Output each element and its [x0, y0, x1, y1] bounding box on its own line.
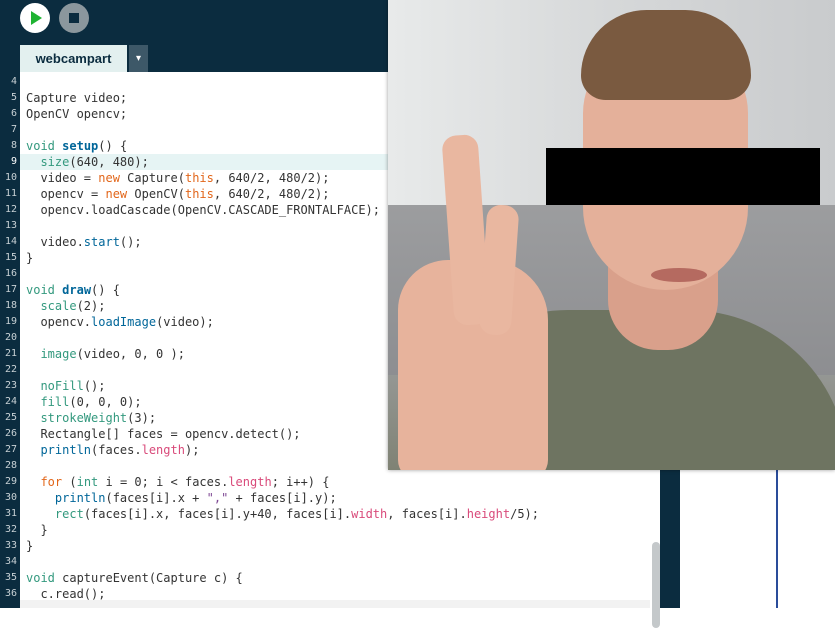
code-line[interactable]: 35 void captureEvent(Capture c) { [0, 570, 660, 586]
webcam-output-window[interactable] [388, 0, 835, 470]
person-lips [651, 268, 707, 282]
code-text: scale(2); [40, 299, 106, 313]
code-text: opencv.loadImage(video); [26, 315, 214, 329]
line-number: 32 [4, 524, 17, 535]
code-text: void setup() { [26, 139, 128, 153]
line-number: 35 [4, 572, 17, 583]
line-number: 21 [4, 348, 17, 359]
code-line[interactable]: 30 println(faces[i].x + "," + faces[i].y… [0, 490, 660, 506]
code-text: } [26, 539, 34, 553]
code-text: for (int i = 0; i < faces.length; i++) { [40, 475, 330, 489]
code-text: println(faces.length); [40, 443, 200, 457]
code-text: void draw() { [26, 283, 120, 297]
code-text: println(faces[i].x + "," + faces[i].y); [54, 491, 337, 505]
code-text: opencv = new OpenCV(this, 640/2, 480/2); [26, 187, 330, 201]
console-gutter [660, 470, 680, 608]
line-number: 24 [4, 396, 17, 407]
line-number: 17 [4, 284, 17, 295]
code-text: noFill(); [40, 379, 106, 393]
line-number: 29 [4, 476, 17, 487]
stop-icon [69, 13, 79, 23]
code-text: opencv.loadCascade(OpenCV.CASCADE_FRONTA… [26, 203, 381, 217]
line-number: 10 [4, 172, 17, 183]
code-text: } [26, 251, 34, 265]
code-text: size(640, 480); [40, 155, 149, 169]
line-number: 23 [4, 380, 17, 391]
code-text: void captureEvent(Capture c) { [26, 571, 243, 585]
code-text: strokeWeight(3); [40, 411, 157, 425]
code-line[interactable]: 29 for (int i = 0; i < faces.length; i++… [0, 474, 660, 490]
line-number: 34 [4, 556, 17, 567]
line-number: 26 [4, 428, 17, 439]
line-number: 11 [4, 188, 17, 199]
vertical-scrollbar-thumb[interactable] [652, 542, 660, 628]
line-number: 33 [4, 540, 17, 551]
line-number: 28 [4, 460, 17, 471]
code-text: video = new Capture(this, 640/2, 480/2); [26, 171, 330, 185]
code-text: rect(faces[i].x, faces[i].y+40, faces[i]… [54, 507, 539, 521]
line-number: 25 [4, 412, 17, 423]
code-text: fill(0, 0, 0); [40, 395, 142, 409]
line-number: 4 [10, 76, 17, 87]
code-line[interactable]: 34 [0, 554, 660, 570]
run-button[interactable] [20, 3, 50, 33]
line-number: 9 [10, 156, 17, 167]
play-icon [31, 11, 42, 25]
code-text: video.start(); [26, 235, 142, 249]
line-number: 13 [4, 220, 17, 231]
line-number: 27 [4, 444, 17, 455]
stop-button[interactable] [59, 3, 89, 33]
line-number: 6 [10, 108, 17, 119]
line-number: 19 [4, 316, 17, 327]
line-number: 22 [4, 364, 17, 375]
code-line[interactable]: 32 } [0, 522, 660, 538]
tab-webcampart[interactable]: webcampart [20, 45, 127, 72]
console-area [680, 470, 835, 608]
line-number: 15 [4, 252, 17, 263]
line-number: 20 [4, 332, 17, 343]
line-number: 12 [4, 204, 17, 215]
line-number: 5 [10, 92, 17, 103]
line-number: 7 [10, 124, 17, 135]
line-number: 16 [4, 268, 17, 279]
line-number: 8 [10, 140, 17, 151]
code-text: OpenCV opencv; [26, 107, 128, 121]
line-number: 31 [4, 508, 17, 519]
code-text: } [26, 523, 48, 537]
line-number: 14 [4, 236, 17, 247]
face-censor-bar [546, 148, 820, 205]
code-line[interactable]: 33} [0, 538, 660, 554]
line-number: 30 [4, 492, 17, 503]
line-number: 36 [4, 588, 17, 599]
code-text: image(video, 0, 0 ); [40, 347, 185, 361]
horizontal-scrollbar[interactable] [20, 600, 650, 608]
code-line[interactable]: 31 rect(faces[i].x, faces[i].y+40, faces… [0, 506, 660, 522]
console-divider [776, 470, 778, 608]
tab-menu-chevron-down-icon[interactable]: ▾ [129, 45, 148, 72]
code-text: Capture video; [26, 91, 128, 105]
line-number: 18 [4, 300, 17, 311]
person-hair [581, 10, 751, 100]
code-text: Rectangle[] faces = opencv.detect(); [26, 427, 301, 441]
